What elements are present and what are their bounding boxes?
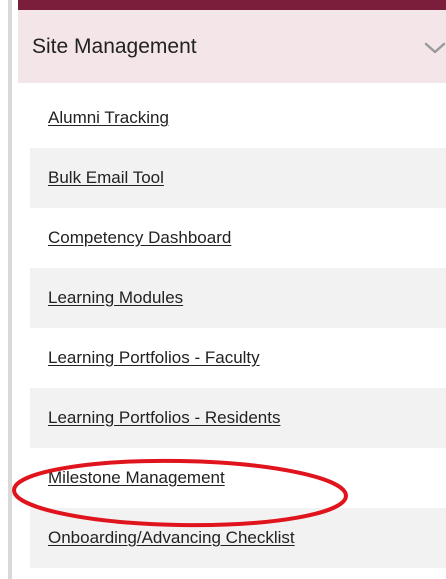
menu-link[interactable]: Bulk Email Tool — [48, 168, 164, 188]
menu-item-milestone-management: Milestone Management — [30, 448, 446, 508]
menu-item-learning-portfolios-residents: Learning Portfolios - Residents — [30, 388, 446, 448]
menu-link[interactable]: Learning Portfolios - Faculty — [48, 348, 260, 368]
section-header[interactable]: Site Management — [18, 10, 446, 83]
menu-item-onboarding-advancing-checklist: Onboarding/Advancing Checklist — [30, 508, 446, 568]
menu-link[interactable]: Onboarding/Advancing Checklist — [48, 528, 295, 548]
menu-list: Alumni Tracking Bulk Email Tool Competen… — [30, 88, 446, 568]
site-management-panel: Site Management Alumni Tracking Bulk Ema… — [18, 0, 446, 579]
menu-link[interactable]: Alumni Tracking — [48, 108, 169, 128]
chevron-down-icon[interactable] — [423, 40, 446, 56]
menu-item-learning-portfolios-faculty: Learning Portfolios - Faculty — [30, 328, 446, 388]
menu-link[interactable]: Learning Modules — [48, 288, 183, 308]
menu-item-learning-modules: Learning Modules — [30, 268, 446, 328]
section-title: Site Management — [32, 34, 197, 58]
menu-link[interactable]: Learning Portfolios - Residents — [48, 408, 280, 428]
page: Site Management Alumni Tracking Bulk Ema… — [0, 0, 446, 579]
menu-item-competency-dashboard: Competency Dashboard — [30, 208, 446, 268]
menu-item-bulk-email-tool: Bulk Email Tool — [30, 148, 446, 208]
accent-bar — [18, 0, 446, 10]
menu-link[interactable]: Milestone Management — [48, 468, 225, 488]
left-border — [8, 0, 12, 579]
menu-link[interactable]: Competency Dashboard — [48, 228, 231, 248]
menu-item-alumni-tracking: Alumni Tracking — [30, 88, 446, 148]
